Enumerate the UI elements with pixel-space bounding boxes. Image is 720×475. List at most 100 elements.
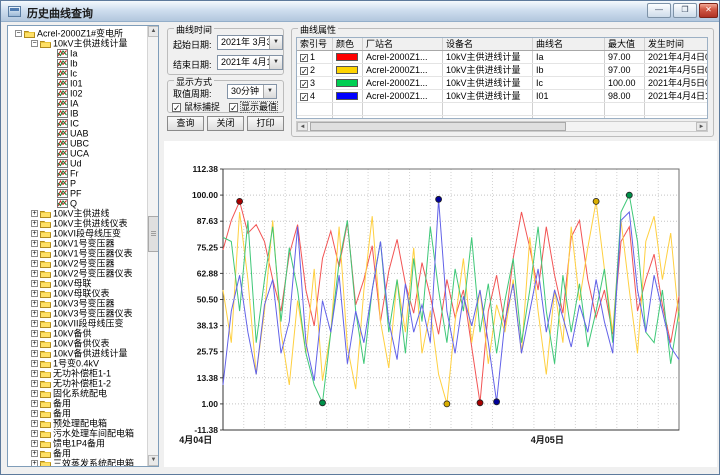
- expand-icon[interactable]: +: [31, 250, 38, 257]
- tree-item[interactable]: +备用: [9, 398, 146, 408]
- tree-item[interactable]: +10kV3号变压器仪表: [9, 308, 146, 318]
- tree-item[interactable]: UAB: [9, 128, 146, 138]
- column-header[interactable]: 索引号: [297, 38, 333, 50]
- expand-icon[interactable]: +: [31, 390, 38, 397]
- tree-item[interactable]: IC: [9, 118, 146, 128]
- start-date-select[interactable]: 2021年 3月30 ▼: [217, 35, 283, 50]
- tree-item[interactable]: +备用: [9, 448, 146, 458]
- tree-item[interactable]: +预处理配电箱: [9, 418, 146, 428]
- scroll-up-icon[interactable]: ▲: [148, 26, 159, 37]
- expand-icon[interactable]: +: [31, 300, 38, 307]
- scroll-right-icon[interactable]: ►: [696, 122, 707, 131]
- expand-icon[interactable]: +: [31, 440, 38, 447]
- tree-item[interactable]: +10kV备供进线计量: [9, 348, 146, 358]
- expand-icon[interactable]: +: [31, 230, 38, 237]
- dropdown-arrow-icon[interactable]: ▼: [269, 56, 282, 69]
- show-extreme-checkbox[interactable]: ✓显示最值: [229, 100, 277, 113]
- column-header[interactable]: 设备名: [443, 38, 533, 50]
- row-checkbox[interactable]: ✓: [300, 80, 308, 88]
- tree-item[interactable]: +10kV母联仪表: [9, 288, 146, 298]
- tree-item[interactable]: Fr: [9, 168, 146, 178]
- expand-icon[interactable]: +: [31, 450, 38, 457]
- tree-item[interactable]: Ud: [9, 158, 146, 168]
- dropdown-arrow-icon[interactable]: ▼: [269, 36, 282, 49]
- tree-item[interactable]: UCA: [9, 148, 146, 158]
- table-row[interactable]: ✓2Acrel-2000Z1...10kV主供进线计量Ib97.002021年4…: [297, 64, 707, 77]
- table-scrollbar-thumb[interactable]: [310, 122, 566, 131]
- tree-item[interactable]: PF: [9, 188, 146, 198]
- tree-item[interactable]: +馈电1P4备用: [9, 438, 146, 448]
- expand-icon[interactable]: +: [31, 370, 38, 377]
- tree-item[interactable]: +1号变0.4kV: [9, 358, 146, 368]
- collapse-icon[interactable]: −: [31, 40, 38, 47]
- expand-icon[interactable]: +: [31, 220, 38, 227]
- tree-item[interactable]: Ib: [9, 58, 146, 68]
- tree-item[interactable]: +10kVII段母线压变: [9, 318, 146, 328]
- column-header[interactable]: 厂站名: [363, 38, 443, 50]
- tree-item[interactable]: IB: [9, 108, 146, 118]
- tree-item[interactable]: +污水处理车间配电箱: [9, 428, 146, 438]
- tree-item[interactable]: +10kV3号变压器: [9, 298, 146, 308]
- tree-item[interactable]: P: [9, 178, 146, 188]
- checkbox-checked-icon[interactable]: ✓: [229, 103, 238, 112]
- table-row[interactable]: ✓4Acrel-2000Z1...10kV主供进线计量I0198.002021年…: [297, 90, 707, 103]
- table-h-scrollbar[interactable]: ◄ ►: [296, 121, 708, 132]
- tree-item[interactable]: +10kV主供进线: [9, 208, 146, 218]
- column-header[interactable]: 曲线名: [533, 38, 605, 50]
- tree-item[interactable]: +备用: [9, 408, 146, 418]
- expand-icon[interactable]: +: [31, 410, 38, 417]
- title-bar[interactable]: 历史曲线查询 — ❐ ✕: [1, 1, 720, 22]
- mouse-capture-checkbox[interactable]: ✓鼠标捕捉: [172, 100, 220, 113]
- column-header[interactable]: 发生时间: [645, 38, 708, 50]
- expand-icon[interactable]: +: [31, 340, 38, 347]
- tree-item[interactable]: Q: [9, 198, 146, 208]
- dropdown-arrow-icon[interactable]: ▼: [263, 85, 276, 98]
- period-select[interactable]: 30分钟 ▼: [227, 84, 277, 99]
- expand-icon[interactable]: +: [31, 330, 38, 337]
- expand-icon[interactable]: +: [31, 280, 38, 287]
- column-header[interactable]: 颜色: [333, 38, 363, 50]
- row-checkbox[interactable]: ✓: [300, 93, 308, 101]
- tree-item[interactable]: +10kV2号变压器: [9, 258, 146, 268]
- tree-item[interactable]: +10kV2号变压器仪表: [9, 268, 146, 278]
- expand-icon[interactable]: +: [31, 240, 38, 247]
- table-row[interactable]: ✓3Acrel-2000Z1...10kV主供进线计量Ic100.002021年…: [297, 77, 707, 90]
- tree-item[interactable]: +10kV备供: [9, 328, 146, 338]
- print-button[interactable]: 打印: [247, 116, 284, 131]
- tree-scrollbar-thumb[interactable]: [148, 216, 159, 252]
- tree-item[interactable]: +10kV1号变压器仪表: [9, 248, 146, 258]
- scroll-left-icon[interactable]: ◄: [297, 122, 308, 131]
- tree-item[interactable]: IA: [9, 98, 146, 108]
- tree-item[interactable]: −10kV主供进线计量: [9, 38, 146, 48]
- tree-item[interactable]: I02: [9, 88, 146, 98]
- row-checkbox[interactable]: ✓: [300, 67, 308, 75]
- close-dialog-button[interactable]: 关闭: [207, 116, 244, 131]
- expand-icon[interactable]: +: [31, 260, 38, 267]
- collapse-icon[interactable]: −: [15, 30, 22, 37]
- scroll-down-icon[interactable]: ▼: [148, 455, 159, 466]
- tree-item[interactable]: I01: [9, 78, 146, 88]
- table-row[interactable]: ✓1Acrel-2000Z1...10kV主供进线计量Ia97.002021年4…: [297, 51, 707, 64]
- tree-item[interactable]: Ia: [9, 48, 146, 58]
- checkbox-checked-icon[interactable]: ✓: [172, 103, 181, 112]
- query-button[interactable]: 查询: [167, 116, 204, 131]
- tree-item[interactable]: −Acrel-2000Z1#变电所: [9, 28, 146, 38]
- tree-item[interactable]: +无功补偿柜1-1: [9, 368, 146, 378]
- expand-icon[interactable]: +: [31, 210, 38, 217]
- tree-item[interactable]: Ic: [9, 68, 146, 78]
- tree-item[interactable]: +10kV主供进线仪表: [9, 218, 146, 228]
- tree-item[interactable]: +10kV备供仪表: [9, 338, 146, 348]
- row-checkbox[interactable]: ✓: [300, 54, 308, 62]
- expand-icon[interactable]: +: [31, 290, 38, 297]
- tree-item[interactable]: UBC: [9, 138, 146, 148]
- tree-scrollbar[interactable]: ▲ ▼: [147, 26, 158, 466]
- expand-icon[interactable]: +: [31, 320, 38, 327]
- end-date-select[interactable]: 2021年 4月14 ▼: [217, 55, 283, 70]
- column-header[interactable]: 最大值: [605, 38, 645, 50]
- expand-icon[interactable]: +: [31, 460, 38, 467]
- expand-icon[interactable]: +: [31, 420, 38, 427]
- tree-item[interactable]: +无功补偿柜1-2: [9, 378, 146, 388]
- tree-item[interactable]: +10kV1号变压器: [9, 238, 146, 248]
- tree-item[interactable]: +三效蒸发系统配电箱: [9, 458, 146, 467]
- minimize-button[interactable]: —: [647, 3, 671, 18]
